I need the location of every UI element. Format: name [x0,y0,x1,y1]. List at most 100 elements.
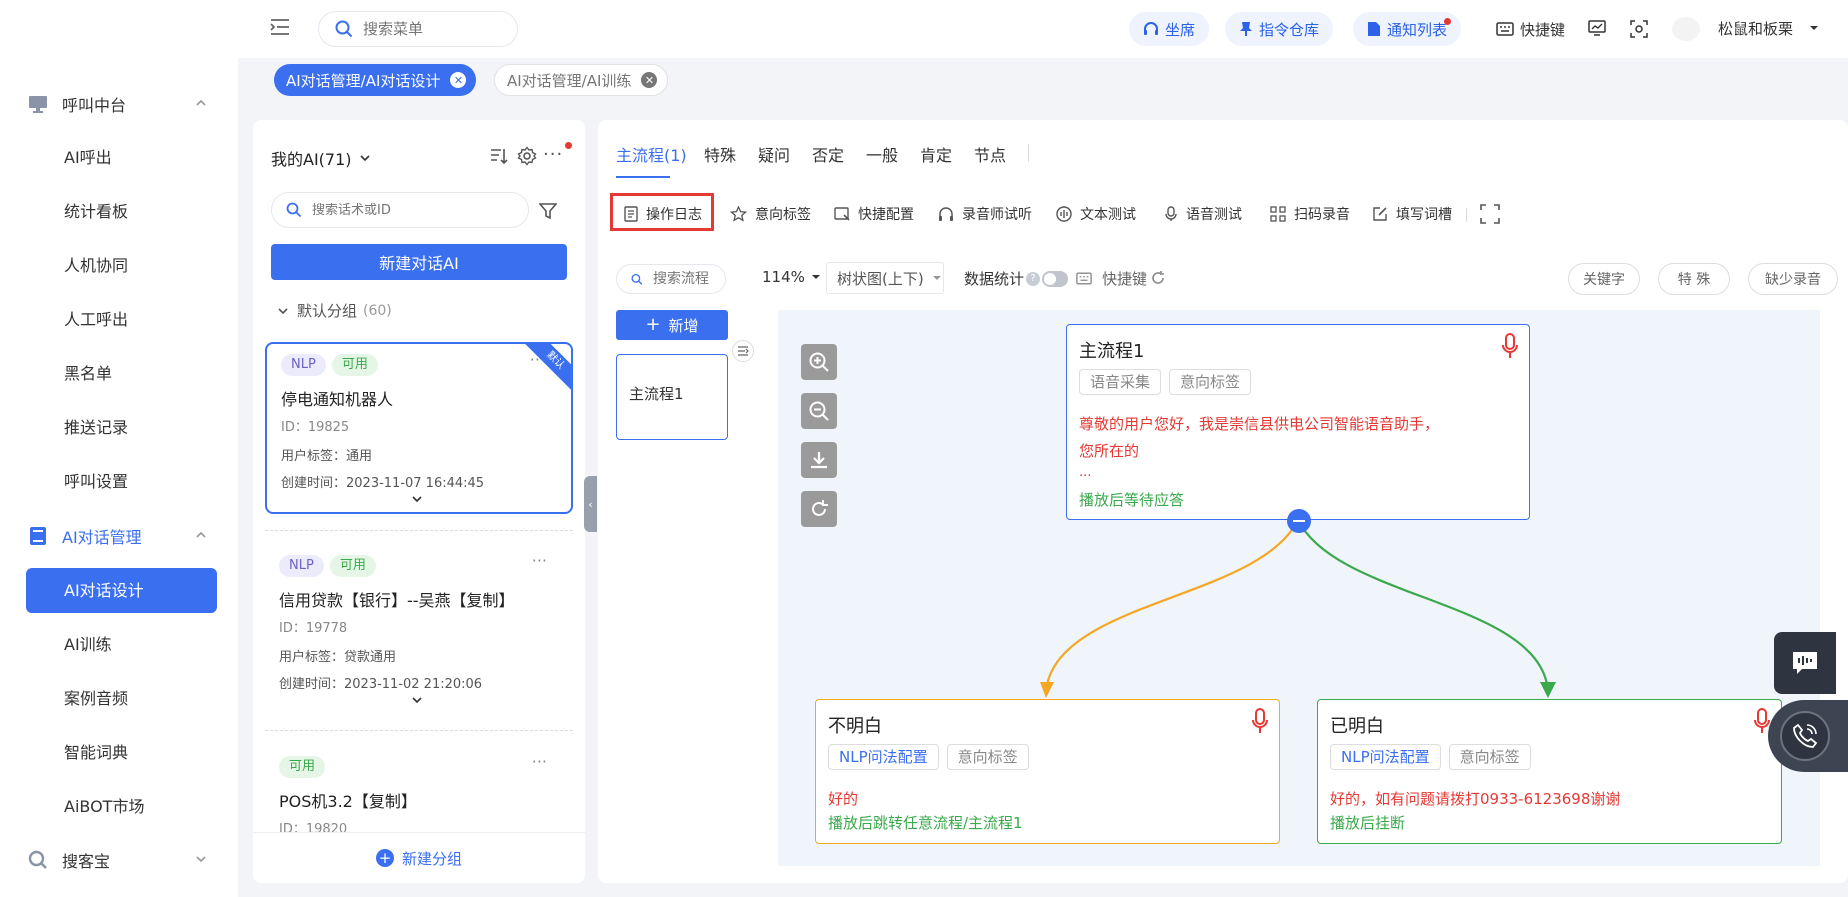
flow-node-root[interactable]: 主流程1 语音采集 意向标签 尊敬的用户您好，我是崇信县供电公司智能语音助手， … [1066,324,1530,520]
user-name[interactable]: 松鼠和板栗 [1718,18,1793,39]
menu-search-box[interactable] [318,11,518,47]
plus-icon: + [645,314,661,335]
microphone-icon[interactable] [1251,708,1269,734]
filter-icon[interactable] [538,202,558,224]
node-script: 好的 [828,790,859,808]
new-dialog-ai-button[interactable]: 新建对话AI [271,244,567,280]
list-toggle-icon[interactable] [732,340,754,362]
reset-icon [812,500,828,516]
flow-node-understood[interactable]: 已明白 NLP问法配置 意向标签 好的，如有问题请拨打0933-6123698谢… [1317,699,1782,844]
flow-tab-negative[interactable]: 否定 [812,142,844,166]
sidebar-item-case-audio[interactable]: 案例音频 [26,676,217,721]
search-icon [286,202,302,218]
intent-tag-chip[interactable]: 意向标签 [1448,744,1531,770]
route-tab-ai-dialog-design[interactable]: AI对话管理/AI对话设计 ✕ [274,64,477,96]
sidebar-item-human-ai[interactable]: 人机协同 [26,243,217,288]
screenshot-icon[interactable] [1630,20,1648,42]
agent-pill-button[interactable]: 坐席 [1129,12,1210,46]
tab-divider [1028,144,1029,162]
nlp-config-chip[interactable]: NLP问法配置 [1330,744,1441,770]
zoom-level-select[interactable]: 114% [762,268,821,286]
notice-list-button[interactable]: 通知列表 [1353,12,1462,46]
flow-tab-positive[interactable]: 肯定 [920,142,952,166]
close-icon[interactable]: ✕ [641,72,658,88]
close-icon[interactable]: ✕ [450,72,467,88]
available-tag: 可用 [329,555,376,577]
sidebar-item-push-records[interactable]: 推送记录 [26,405,217,450]
voice-collect-chip[interactable]: 语音采集 [1079,369,1162,395]
ai-card[interactable]: 可用 ··· POS机3.2【复制】 ID：19820 [265,746,573,832]
chat-widget-button[interactable] [1774,632,1836,694]
microphone-icon[interactable] [1501,333,1519,359]
more-icon[interactable]: ··· [532,551,547,570]
ai-search-input[interactable] [312,202,512,218]
node-script: 好的，如有问题请拨打0933-6123698谢谢 [1330,790,1621,808]
keyword-button[interactable]: 关键字 [1568,263,1640,295]
sidebar-item-ai-training[interactable]: AI训练 [26,622,217,667]
command-store-button[interactable]: 指令仓库 [1225,12,1334,46]
flow-tab-node[interactable]: 节点 [974,142,1006,166]
sidebar-item-stats-board[interactable]: 统计看板 [26,189,217,234]
flow-search-input[interactable] [653,271,725,287]
intent-tag-chip[interactable]: 意向标签 [1169,369,1252,395]
sidebar-item-smart-dict[interactable]: 智能词典 [26,730,217,775]
sidebar-item-blacklist[interactable]: 黑名单 [26,351,217,396]
flow-tab-special[interactable]: 特殊 [704,142,736,166]
phone-widget-button[interactable] [1768,700,1848,772]
flow-list-item[interactable]: 主流程1 [616,354,728,440]
group-default[interactable]: 默认分组 (60) [277,300,392,321]
card-title: 信用贷款【银行】--吴燕【复制】 [279,591,515,610]
toggle-switch[interactable] [1042,270,1069,287]
sidebar-item-ai-outbound[interactable]: AI呼出 [26,135,217,180]
chevron-down-icon[interactable] [1808,23,1820,33]
zoom-in-button[interactable] [801,344,837,380]
flow-node-not-understood[interactable]: 不明白 NLP问法配置 意向标签 好的 播放后跳转任意流程/主流程1 [815,699,1280,844]
sidebar-item-call-settings[interactable]: 呼叫设置 [26,459,217,504]
operation-log-button[interactable]: 操作日志 [624,200,702,228]
route-tab-ai-training[interactable]: AI对话管理/AI训练 ✕ [494,64,669,96]
add-flow-button[interactable]: + 新增 [616,310,728,340]
gear-icon[interactable] [517,146,537,170]
ai-card[interactable]: NLP 可用 ··· 默认 停电通知机器人 ID：19825 用户标签：通用 创建… [265,342,573,514]
missing-record-button[interactable]: 缺少录音 [1748,263,1838,295]
download-button[interactable] [801,442,837,478]
my-ai-dropdown[interactable]: 我的AI(71) [271,146,372,170]
nav-group-soukebao[interactable]: 搜客宝 [0,838,238,882]
new-group-button[interactable]: + 新建分组 [253,832,585,883]
canvas-shortcut-button[interactable]: 快捷键 [1076,268,1147,289]
zoom-out-button[interactable] [801,393,837,429]
sidebar-item-ai-dialog-design[interactable]: AI对话设计 [26,568,217,613]
screen-monitor-icon[interactable] [1588,20,1606,40]
ai-card[interactable]: NLP 可用 ··· 信用贷款【银行】--吴燕【复制】 ID：19778 用户标签… [265,545,573,717]
reset-button[interactable] [801,491,837,527]
route-tab-label: AI对话管理/AI训练 [507,71,632,90]
data-stats-toggle[interactable]: 数据统计 ? [964,268,1069,289]
ai-search-box[interactable] [271,192,529,228]
nav-group-call-center[interactable]: 呼叫中台 [0,82,238,126]
more-icon[interactable]: ··· [532,752,547,771]
sort-icon[interactable] [489,146,509,170]
pill-label: 指令仓库 [1259,20,1320,39]
nav-group-ai-dialog[interactable]: AI对话管理 [0,514,238,558]
menu-collapse-icon[interactable] [270,18,290,40]
shortcut-key-button[interactable]: 快捷键 [1496,12,1565,46]
sidebar-item-manual-outbound[interactable]: 人工呼出 [26,297,217,342]
more-icon[interactable]: ··· [543,144,563,165]
nlp-config-chip[interactable]: NLP问法配置 [828,744,939,770]
sidebar-item-aibot-market[interactable]: AiBOT市场 [26,784,217,829]
menu-search-input[interactable] [363,20,503,38]
flow-tab-main[interactable]: 主流程(1) [616,142,687,166]
special-button[interactable]: 特 殊 [1658,263,1730,295]
shortcut-label: 快捷键 [1102,270,1148,288]
flow-tab-question[interactable]: 疑问 [758,142,790,166]
intent-tag-chip[interactable]: 意向标签 [946,744,1029,770]
flow-tab-general[interactable]: 一般 [866,142,898,166]
collapse-node-button[interactable] [1287,509,1311,533]
expand-chevron-icon[interactable] [411,494,423,504]
avatar[interactable] [1672,17,1700,41]
refresh-icon[interactable] [1150,270,1166,290]
collapse-handle[interactable]: ‹ [584,476,597,532]
expand-chevron-icon[interactable] [411,695,423,705]
flow-search-box[interactable] [616,264,726,294]
view-mode-select[interactable]: 树状图(上下) [826,262,944,294]
